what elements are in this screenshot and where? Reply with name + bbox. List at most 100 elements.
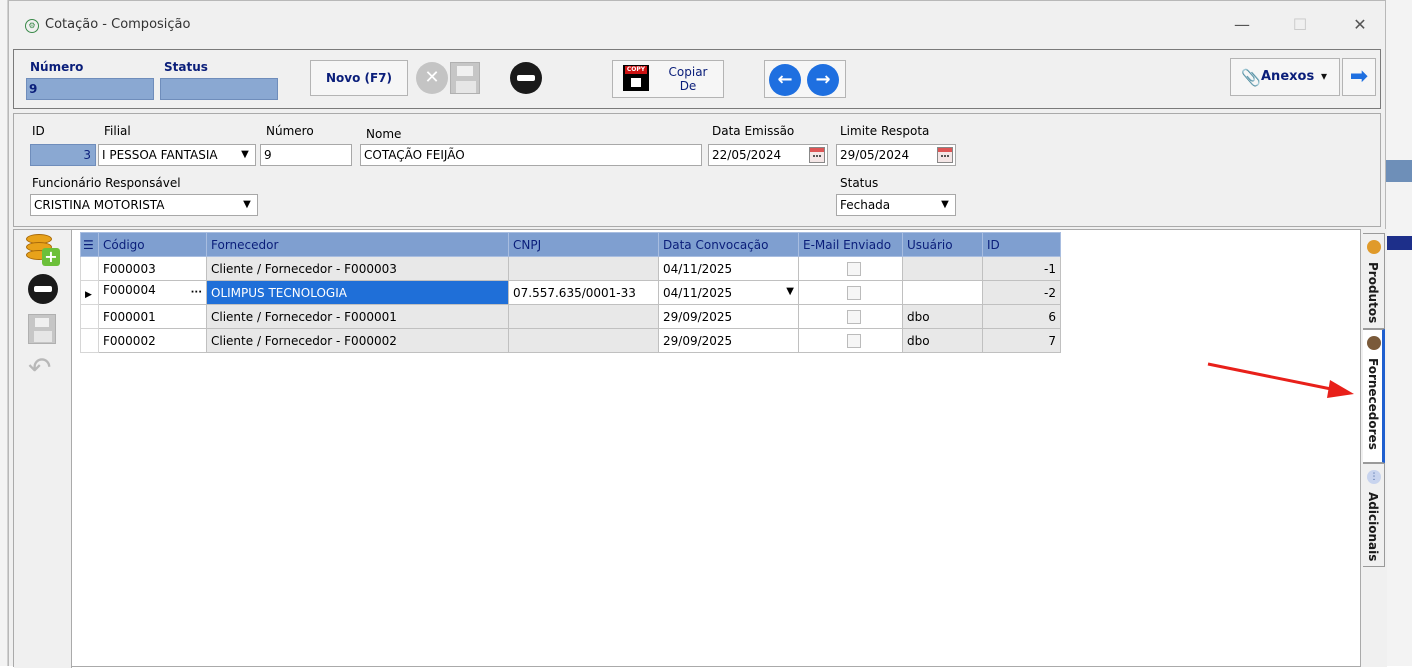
navigation-buttons: ← →	[764, 60, 846, 98]
cell-email-enviado[interactable]	[798, 304, 903, 329]
table-row[interactable]: F000001 Cliente / Fornecedor - F000001 2…	[80, 304, 1061, 329]
title-bar: ⚙ Cotação - Composição — ☐ ✕	[9, 1, 1385, 47]
cell-email-enviado[interactable]	[798, 280, 903, 305]
nome-input[interactable]: COTAÇÃO FEIJÃO	[360, 144, 702, 166]
copiar-label: Copiar	[668, 65, 708, 79]
row-indicator[interactable]	[80, 304, 99, 329]
arrow-left-icon[interactable]: ←	[769, 64, 801, 96]
tab-fornecedores-label: Fornecedores	[1366, 358, 1380, 450]
row-indicator[interactable]	[80, 328, 99, 353]
column-header-data-convocacao[interactable]: Data Convocação	[658, 232, 799, 257]
column-header-cnpj[interactable]: CNPJ	[508, 232, 659, 257]
chevron-down-icon: ▼	[241, 149, 249, 160]
lookup-ellipsis-button[interactable]: ···	[191, 283, 202, 303]
tab-fornecedores[interactable]: Fornecedores	[1363, 329, 1385, 463]
cell-usuario[interactable]	[902, 280, 983, 305]
cell-email-enviado[interactable]	[798, 256, 903, 281]
numero-field[interactable]: 9	[26, 78, 154, 100]
limite-input[interactable]: 29/05/2024	[836, 144, 956, 166]
cell-fornecedor[interactable]: OLIMPUS TECNOLOGIA	[206, 280, 509, 305]
cell-data-value: 04/11/2025	[663, 285, 733, 300]
data-emissao-input[interactable]: 22/05/2024	[708, 144, 828, 166]
delete-record-button[interactable]	[22, 270, 64, 308]
row-indicator[interactable]	[80, 256, 99, 281]
column-header-fornecedor[interactable]: Fornecedor	[206, 232, 509, 257]
cell-fornecedor[interactable]: Cliente / Fornecedor - F000001	[206, 304, 509, 329]
cell-cnpj[interactable]: 07.557.635/0001-33	[508, 280, 659, 305]
save-icon-shutter	[35, 318, 49, 327]
exit-button[interactable]: ➡	[1342, 58, 1376, 96]
de-label: De	[679, 79, 697, 93]
table-row[interactable]: F000002 Cliente / Fornecedor - F000002 2…	[80, 328, 1061, 353]
column-header-usuario[interactable]: Usuário	[902, 232, 983, 257]
funcionario-value: CRISTINA MOTORISTA	[34, 198, 165, 212]
delete-icon-bar	[517, 75, 535, 81]
cell-usuario[interactable]: dbo	[902, 328, 983, 353]
cell-data-convocacao[interactable]: 29/09/2025	[658, 328, 799, 353]
email-enviado-checkbox[interactable]	[847, 285, 861, 300]
plus-icon: +	[42, 248, 60, 266]
row-indicator[interactable]: ▶	[80, 280, 99, 305]
cell-data-convocacao[interactable]: 04/11/2025 ▼	[658, 280, 799, 305]
cell-data-convocacao[interactable]: 04/11/2025	[658, 256, 799, 281]
cell-id[interactable]: -1	[982, 256, 1061, 281]
close-button[interactable]: ✕	[1345, 13, 1375, 37]
novo-button-label: Novo (F7)	[325, 71, 393, 85]
minus-icon	[28, 274, 58, 304]
filial-combo[interactable]: I PESSOA FANTASIA ▼	[98, 144, 256, 166]
tab-adicionais[interactable]: ⋮ Adicionais	[1363, 463, 1385, 567]
arrow-right-icon[interactable]: →	[807, 64, 839, 96]
cell-email-enviado[interactable]	[798, 328, 903, 353]
cell-codigo[interactable]: F000004 ···	[98, 280, 207, 305]
chevron-down-icon[interactable]: ▼	[786, 286, 794, 297]
cell-codigo[interactable]: F000002	[98, 328, 207, 353]
delete-icon[interactable]	[510, 62, 542, 94]
cell-cnpj[interactable]	[508, 304, 659, 329]
chevron-down-icon: ▼	[941, 199, 949, 210]
save-icon[interactable]	[450, 62, 480, 94]
vertical-tabs: Produtos Fornecedores ⋮ Adicionais	[1361, 229, 1387, 667]
column-header-codigo[interactable]: Código	[98, 232, 207, 257]
cell-id[interactable]: -2	[982, 280, 1061, 305]
email-enviado-checkbox[interactable]	[847, 333, 861, 348]
chevron-down-icon: ▾	[1321, 69, 1328, 83]
cell-codigo[interactable]: F000001	[98, 304, 207, 329]
status-value: Fechada	[840, 198, 891, 212]
table-row[interactable]: F000003 Cliente / Fornecedor - F000003 0…	[80, 256, 1061, 281]
save-icon-shutter	[457, 66, 473, 76]
table-row-selected[interactable]: ▶ F000004 ··· OLIMPUS TECNOLOGIA 07.557.…	[80, 280, 1061, 305]
add-record-button[interactable]: +	[22, 232, 64, 270]
cell-usuario[interactable]: dbo	[902, 304, 983, 329]
anexos-button[interactable]: 📎 Anexos ▾	[1230, 58, 1340, 96]
minimize-button[interactable]: —	[1227, 13, 1257, 37]
cell-cnpj[interactable]	[508, 328, 659, 353]
email-enviado-checkbox[interactable]	[847, 309, 861, 324]
column-chooser-icon[interactable]: ☰	[80, 232, 99, 257]
funcionario-combo[interactable]: CRISTINA MOTORISTA ▼	[30, 194, 258, 216]
calendar-icon[interactable]	[809, 147, 825, 163]
cell-codigo[interactable]: F000003	[98, 256, 207, 281]
background-app-right	[1386, 0, 1412, 666]
column-header-id[interactable]: ID	[982, 232, 1061, 257]
calendar-icon[interactable]	[937, 147, 953, 163]
window-title: Cotação - Composição	[45, 17, 191, 32]
numero-input[interactable]: 9	[260, 144, 352, 166]
novo-button[interactable]: Novo (F7)	[310, 60, 408, 96]
cell-data-convocacao[interactable]: 29/09/2025	[658, 304, 799, 329]
status-combo[interactable]: Fechada ▼	[836, 194, 956, 216]
cell-id[interactable]: 6	[982, 304, 1061, 329]
database-add-icon: +	[26, 234, 60, 266]
cancel-icon[interactable]: ✕	[416, 62, 448, 94]
cell-usuario[interactable]	[902, 256, 983, 281]
cell-id[interactable]: 7	[982, 328, 1061, 353]
email-enviado-checkbox[interactable]	[847, 261, 861, 276]
column-header-email-enviado[interactable]: E-Mail Enviado	[798, 232, 903, 257]
cotacao-window: ⚙ Cotação - Composição — ☐ ✕ Número 9 St…	[8, 0, 1387, 668]
numero-form-label: Número	[266, 124, 314, 138]
tab-produtos[interactable]: Produtos	[1363, 233, 1385, 329]
table-header-row: ☰ Código Fornecedor CNPJ Data Convocação…	[80, 232, 1061, 257]
cell-fornecedor[interactable]: Cliente / Fornecedor - F000003	[206, 256, 509, 281]
cell-cnpj[interactable]	[508, 256, 659, 281]
cell-fornecedor[interactable]: Cliente / Fornecedor - F000002	[206, 328, 509, 353]
copiar-de-button[interactable]: COPY Copiar De	[612, 60, 724, 98]
